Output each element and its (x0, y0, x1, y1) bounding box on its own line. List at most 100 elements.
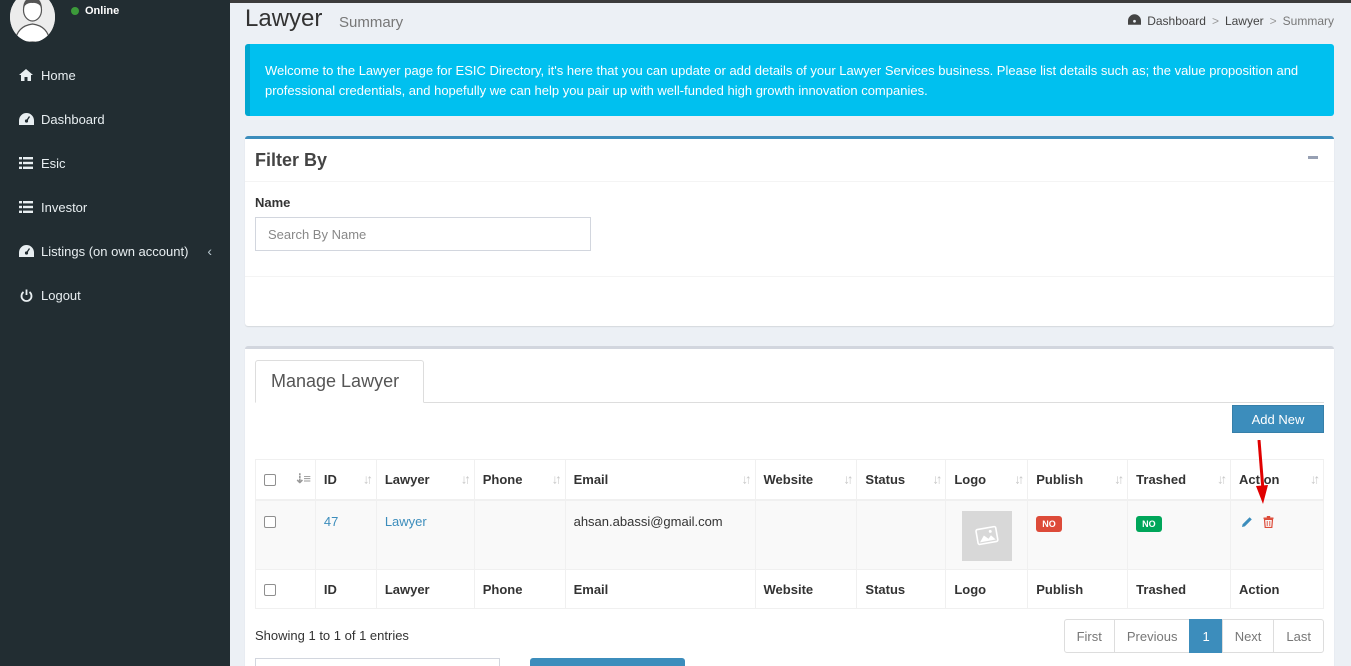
search-by-name-input[interactable] (255, 217, 591, 251)
table-header-row: ⇣≡ ID ↓↑ Lawyer ↓↑ Phone ↓↑ Email ↓↑ Website… (255, 459, 1324, 501)
dashboard-icon (1128, 14, 1142, 28)
sort-icon: ↓↑ (1014, 471, 1024, 487)
footer-col-trashed: Trashed (1127, 569, 1232, 609)
cell-phone (473, 499, 566, 570)
bottom-input-field[interactable] (255, 658, 500, 666)
select-all-cell: ⇣≡ (255, 459, 316, 501)
col-status[interactable]: Status ↓↑ (856, 459, 947, 501)
edit-pencil-icon[interactable] (1241, 516, 1253, 531)
sidebar-item-home[interactable]: Home (0, 53, 230, 97)
chevron-left-icon: ‹ (207, 243, 212, 259)
sidebar-item-dashboard[interactable]: Dashboard (0, 97, 230, 141)
publish-badge[interactable]: NO (1036, 515, 1062, 532)
footer-col-publish: Publish (1027, 569, 1129, 609)
collapse-minus-icon[interactable] (1308, 156, 1318, 159)
cell-publish: NO (1027, 499, 1129, 570)
sidebar-item-logout[interactable]: Logout (0, 273, 230, 317)
manage-lawyer-box: Manage Lawyer Add New ⇣≡ ID ↓↑ Lawyer ↓↑ P… (245, 346, 1334, 666)
id-link[interactable]: 47 (324, 514, 338, 529)
home-icon (18, 68, 34, 82)
breadcrumb-dashboard[interactable]: Dashboard (1147, 14, 1206, 28)
list-icon (18, 200, 34, 214)
cell-action (1230, 499, 1324, 570)
lawyer-table: ⇣≡ ID ↓↑ Lawyer ↓↑ Phone ↓↑ Email ↓↑ Website… (255, 459, 1324, 609)
col-trashed[interactable]: Trashed ↓↑ (1127, 459, 1232, 501)
col-id[interactable]: ID ↓↑ (314, 459, 377, 501)
sort-icon: ↓↑ (362, 471, 373, 487)
page-subtitle: Summary (339, 14, 404, 31)
footer-col-action: Action (1230, 569, 1324, 609)
sidebar-item-label: Esic (41, 155, 66, 171)
pagination-last[interactable]: Last (1273, 619, 1324, 653)
breadcrumb-summary: Summary (1282, 14, 1334, 28)
callout-text: Welcome to the Lawyer page for ESIC Dire… (265, 63, 1299, 98)
breadcrumb: Dashboard > Lawyer > Summary (1128, 14, 1334, 28)
pagination: First Previous 1 Next Last (1063, 619, 1324, 653)
footer-col-website: Website (754, 569, 858, 609)
sidebar-item-label: Investor (41, 199, 88, 215)
footer-col-phone: Phone (473, 569, 566, 609)
trashed-badge[interactable]: NO (1136, 515, 1162, 532)
filter-box: Filter By Name (245, 136, 1334, 326)
select-all-checkbox[interactable] (264, 474, 276, 487)
footer-col-status: Status (856, 569, 947, 609)
col-logo[interactable]: Logo ↓↑ (945, 459, 1029, 501)
cell-email: ahsan.abassi@gmail.com (564, 499, 756, 570)
breadcrumb-lawyer[interactable]: Lawyer (1225, 14, 1264, 28)
info-callout: Welcome to the Lawyer page for ESIC Dire… (245, 44, 1334, 116)
col-phone[interactable]: Phone ↓↑ (473, 459, 566, 501)
row-select-cell (255, 499, 316, 570)
pagination-previous[interactable]: Previous (1113, 619, 1191, 653)
sidebar-item-listings[interactable]: Listings (on own account) ‹ (0, 229, 230, 273)
table-footer-row: ID Lawyer Phone Email Website Status Log… (255, 569, 1324, 609)
sidebar-item-esic[interactable]: Esic (0, 141, 230, 185)
sort-icon: ↓↑ (932, 471, 942, 487)
sidebar-item-investor[interactable]: Investor (0, 185, 230, 229)
table-row: 47 Lawyer ahsan.abassi@gmail.com NO NO (255, 499, 1324, 570)
dashboard-icon (18, 112, 34, 126)
cell-id: 47 (314, 499, 377, 570)
bottom-button[interactable] (530, 658, 685, 666)
tab-manage-lawyer[interactable]: Manage Lawyer (255, 360, 424, 403)
col-website[interactable]: Website ↓↑ (754, 459, 858, 501)
sort-icon: ↓↑ (1217, 471, 1227, 487)
select-all-checkbox-footer[interactable] (264, 584, 276, 597)
footer-col-email: Email (564, 569, 756, 609)
dashboard-icon (18, 244, 34, 258)
pagination-first[interactable]: First (1063, 619, 1115, 653)
row-checkbox[interactable] (264, 516, 276, 529)
cell-trashed: NO (1127, 499, 1232, 570)
sort-amount-icon[interactable]: ⇣≡ (294, 471, 311, 487)
col-publish[interactable]: Publish ↓↑ (1027, 459, 1129, 501)
power-icon (18, 288, 34, 302)
col-email[interactable]: Email ↓↑ (564, 459, 756, 501)
online-dot-icon (71, 7, 79, 15)
filter-title: Filter By (255, 150, 328, 170)
breadcrumb-separator: > (1211, 14, 1219, 28)
filter-footer (245, 276, 1334, 277)
sidebar-item-label: Logout (41, 287, 81, 303)
sort-icon: ↓↑ (741, 471, 752, 487)
footer-col-logo: Logo (945, 569, 1029, 609)
sort-icon: ↓↑ (460, 471, 471, 487)
sidebar-item-label: Dashboard (41, 111, 105, 127)
col-action[interactable]: Action ↓↑ (1230, 459, 1324, 501)
footer-col-lawyer: Lawyer (375, 569, 475, 609)
page-title: Lawyer (245, 5, 323, 32)
user-avatar[interactable] (10, 0, 55, 42)
add-new-button[interactable]: Add New (1232, 405, 1324, 433)
delete-trash-icon[interactable] (1263, 515, 1274, 531)
sort-icon: ↓↑ (843, 471, 853, 487)
pagination-next[interactable]: Next (1221, 619, 1275, 653)
cell-logo (945, 499, 1029, 570)
pagination-page[interactable]: 1 (1189, 619, 1223, 653)
filter-box-header: Filter By (245, 139, 1334, 182)
entries-info: Showing 1 to 1 of 1 entries (255, 628, 409, 643)
footer-col-id: ID (314, 569, 377, 609)
user-panel: Online (0, 0, 230, 50)
sidebar-item-label: Home (41, 67, 76, 83)
lawyer-link[interactable]: Lawyer (385, 514, 427, 529)
name-label: Name (255, 195, 291, 210)
sort-icon: ↓↑ (1310, 471, 1320, 487)
col-lawyer[interactable]: Lawyer ↓↑ (375, 459, 475, 501)
